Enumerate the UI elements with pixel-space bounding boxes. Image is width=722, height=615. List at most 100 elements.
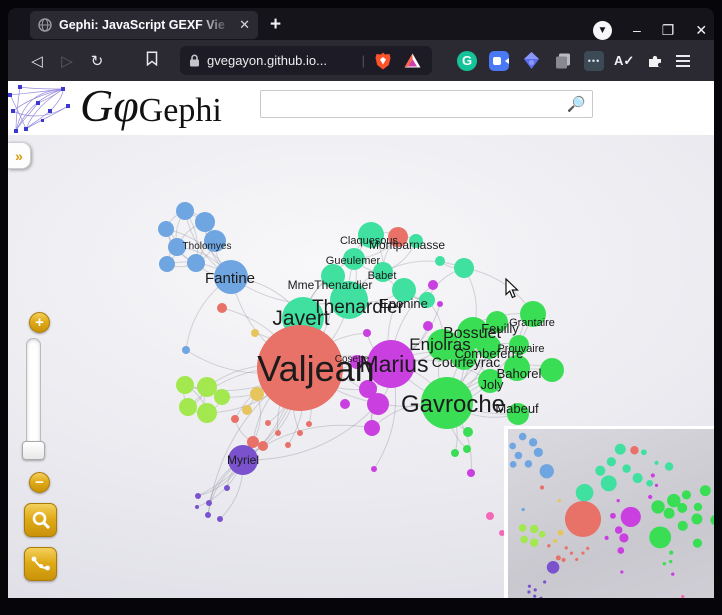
graph-node[interactable] bbox=[206, 500, 212, 506]
graph-node[interactable] bbox=[486, 512, 494, 520]
graph-node[interactable] bbox=[231, 415, 239, 423]
graph-node[interactable] bbox=[197, 403, 217, 423]
graph-node[interactable] bbox=[463, 445, 471, 453]
more-tools-extension-icon[interactable]: ••• bbox=[584, 51, 604, 71]
graph-node[interactable] bbox=[195, 505, 199, 509]
graph-node[interactable] bbox=[176, 202, 194, 220]
minimap-node bbox=[616, 499, 619, 502]
node-label: Mabeuf bbox=[495, 401, 539, 416]
minimap-node bbox=[610, 513, 616, 519]
reload-button[interactable]: ↻ bbox=[82, 52, 112, 70]
tab-bar: Gephi: JavaScript GEXF Vie ✕ + ▼ – ❐ ✕ bbox=[8, 8, 714, 40]
graph-node[interactable] bbox=[205, 512, 211, 518]
graph-node[interactable] bbox=[437, 301, 443, 307]
graph-node[interactable] bbox=[371, 466, 377, 472]
translate-extension-icon[interactable]: A✓ bbox=[614, 53, 634, 69]
minimap-node bbox=[671, 572, 674, 575]
graph-node[interactable] bbox=[217, 303, 227, 313]
node-label: Marius bbox=[359, 351, 428, 377]
graph-node[interactable] bbox=[451, 449, 459, 457]
menu-button[interactable] bbox=[676, 55, 690, 67]
bookmark-button[interactable] bbox=[137, 51, 167, 70]
graph-node[interactable] bbox=[285, 442, 291, 448]
minimap-node bbox=[630, 446, 638, 454]
minimap-node bbox=[641, 449, 647, 455]
bat-rewards-icon[interactable] bbox=[401, 50, 423, 72]
graph-node[interactable] bbox=[224, 485, 230, 491]
graph-node[interactable] bbox=[367, 393, 389, 415]
graph-node[interactable] bbox=[428, 280, 438, 290]
extensions-puzzle-icon[interactable] bbox=[644, 50, 666, 72]
search-tool-button[interactable] bbox=[24, 503, 57, 537]
graph-canvas[interactable]: » TholomyesFantineClaquesousMontparnasse… bbox=[8, 135, 714, 598]
forward-button[interactable]: ▷ bbox=[52, 52, 82, 70]
graph-node[interactable] bbox=[435, 256, 445, 266]
url-bar[interactable]: gvegayon.github.io... | bbox=[180, 46, 432, 75]
minimap-node bbox=[655, 484, 658, 487]
grammarly-extension-icon[interactable]: G bbox=[456, 50, 478, 72]
node-label: Myriel bbox=[227, 453, 259, 467]
browser-tab[interactable]: Gephi: JavaScript GEXF Vie ✕ bbox=[30, 11, 258, 39]
graph-node[interactable] bbox=[363, 329, 371, 337]
graph-node[interactable] bbox=[242, 405, 252, 415]
graph-node[interactable] bbox=[364, 420, 380, 436]
zoom-slider[interactable] bbox=[26, 338, 41, 455]
minimap-node bbox=[595, 466, 605, 476]
graph-node[interactable] bbox=[251, 329, 259, 337]
graph-node[interactable] bbox=[217, 516, 223, 522]
window-close-button[interactable]: ✕ bbox=[695, 21, 707, 40]
graph-node[interactable] bbox=[197, 377, 217, 397]
graph-node[interactable] bbox=[340, 399, 350, 409]
new-tab-button[interactable]: + bbox=[270, 14, 281, 36]
minimap-node bbox=[648, 495, 652, 499]
minimap-node bbox=[534, 448, 543, 457]
tab-search-button[interactable]: ▼ bbox=[593, 21, 612, 40]
graph-node[interactable] bbox=[463, 427, 473, 437]
copy-pages-extension-icon[interactable] bbox=[552, 50, 574, 72]
minimap-node bbox=[525, 460, 533, 468]
graph-node[interactable] bbox=[454, 258, 474, 278]
graph-node[interactable] bbox=[265, 420, 271, 426]
node-label: Grantaire bbox=[509, 317, 555, 329]
minimap-node bbox=[664, 508, 675, 519]
zoom-extension-icon[interactable] bbox=[488, 50, 510, 72]
minimize-button[interactable]: – bbox=[633, 21, 641, 40]
tab-close-button[interactable]: ✕ bbox=[239, 17, 250, 33]
node-label: Tholomyes bbox=[183, 241, 232, 252]
graph-node[interactable] bbox=[195, 493, 201, 499]
graph-node[interactable] bbox=[250, 387, 264, 401]
panel-expand-button[interactable]: » bbox=[8, 142, 31, 169]
minimap-node bbox=[621, 507, 641, 527]
graph-node[interactable] bbox=[258, 441, 268, 451]
search-icon[interactable]: 🔍 bbox=[561, 95, 592, 113]
minimap-node bbox=[649, 526, 671, 548]
zoom-out-button[interactable]: − bbox=[29, 472, 50, 493]
minimap-node bbox=[547, 561, 560, 574]
graph-node[interactable] bbox=[423, 321, 433, 331]
graph-node[interactable] bbox=[158, 221, 174, 237]
graph-node[interactable] bbox=[306, 421, 312, 427]
minimap-node bbox=[519, 433, 527, 441]
graph-node[interactable] bbox=[176, 376, 194, 394]
graph-node[interactable] bbox=[187, 254, 205, 272]
graph-node[interactable] bbox=[540, 358, 564, 382]
graph-node[interactable] bbox=[214, 389, 230, 405]
gem-extension-icon[interactable] bbox=[520, 50, 542, 72]
back-button[interactable]: ◁ bbox=[22, 52, 52, 70]
graph-node[interactable] bbox=[195, 212, 215, 232]
maximize-button[interactable]: ❐ bbox=[662, 21, 675, 40]
graph-node[interactable] bbox=[179, 398, 197, 416]
graph-node[interactable] bbox=[275, 430, 281, 436]
zoom-slider-handle[interactable] bbox=[22, 441, 45, 460]
zoom-in-button[interactable]: + bbox=[29, 312, 50, 333]
search-input[interactable] bbox=[261, 93, 561, 115]
overview-minimap[interactable] bbox=[504, 426, 714, 598]
edge-tool-button[interactable] bbox=[24, 547, 57, 581]
graph-node[interactable] bbox=[159, 256, 175, 272]
graph-node[interactable] bbox=[467, 469, 475, 477]
graph-node[interactable] bbox=[297, 430, 303, 436]
minimap-node bbox=[510, 461, 517, 468]
brave-shields-icon[interactable] bbox=[372, 50, 394, 72]
graph-node[interactable] bbox=[182, 346, 190, 354]
gephi-monogram: Gφ bbox=[80, 81, 139, 131]
